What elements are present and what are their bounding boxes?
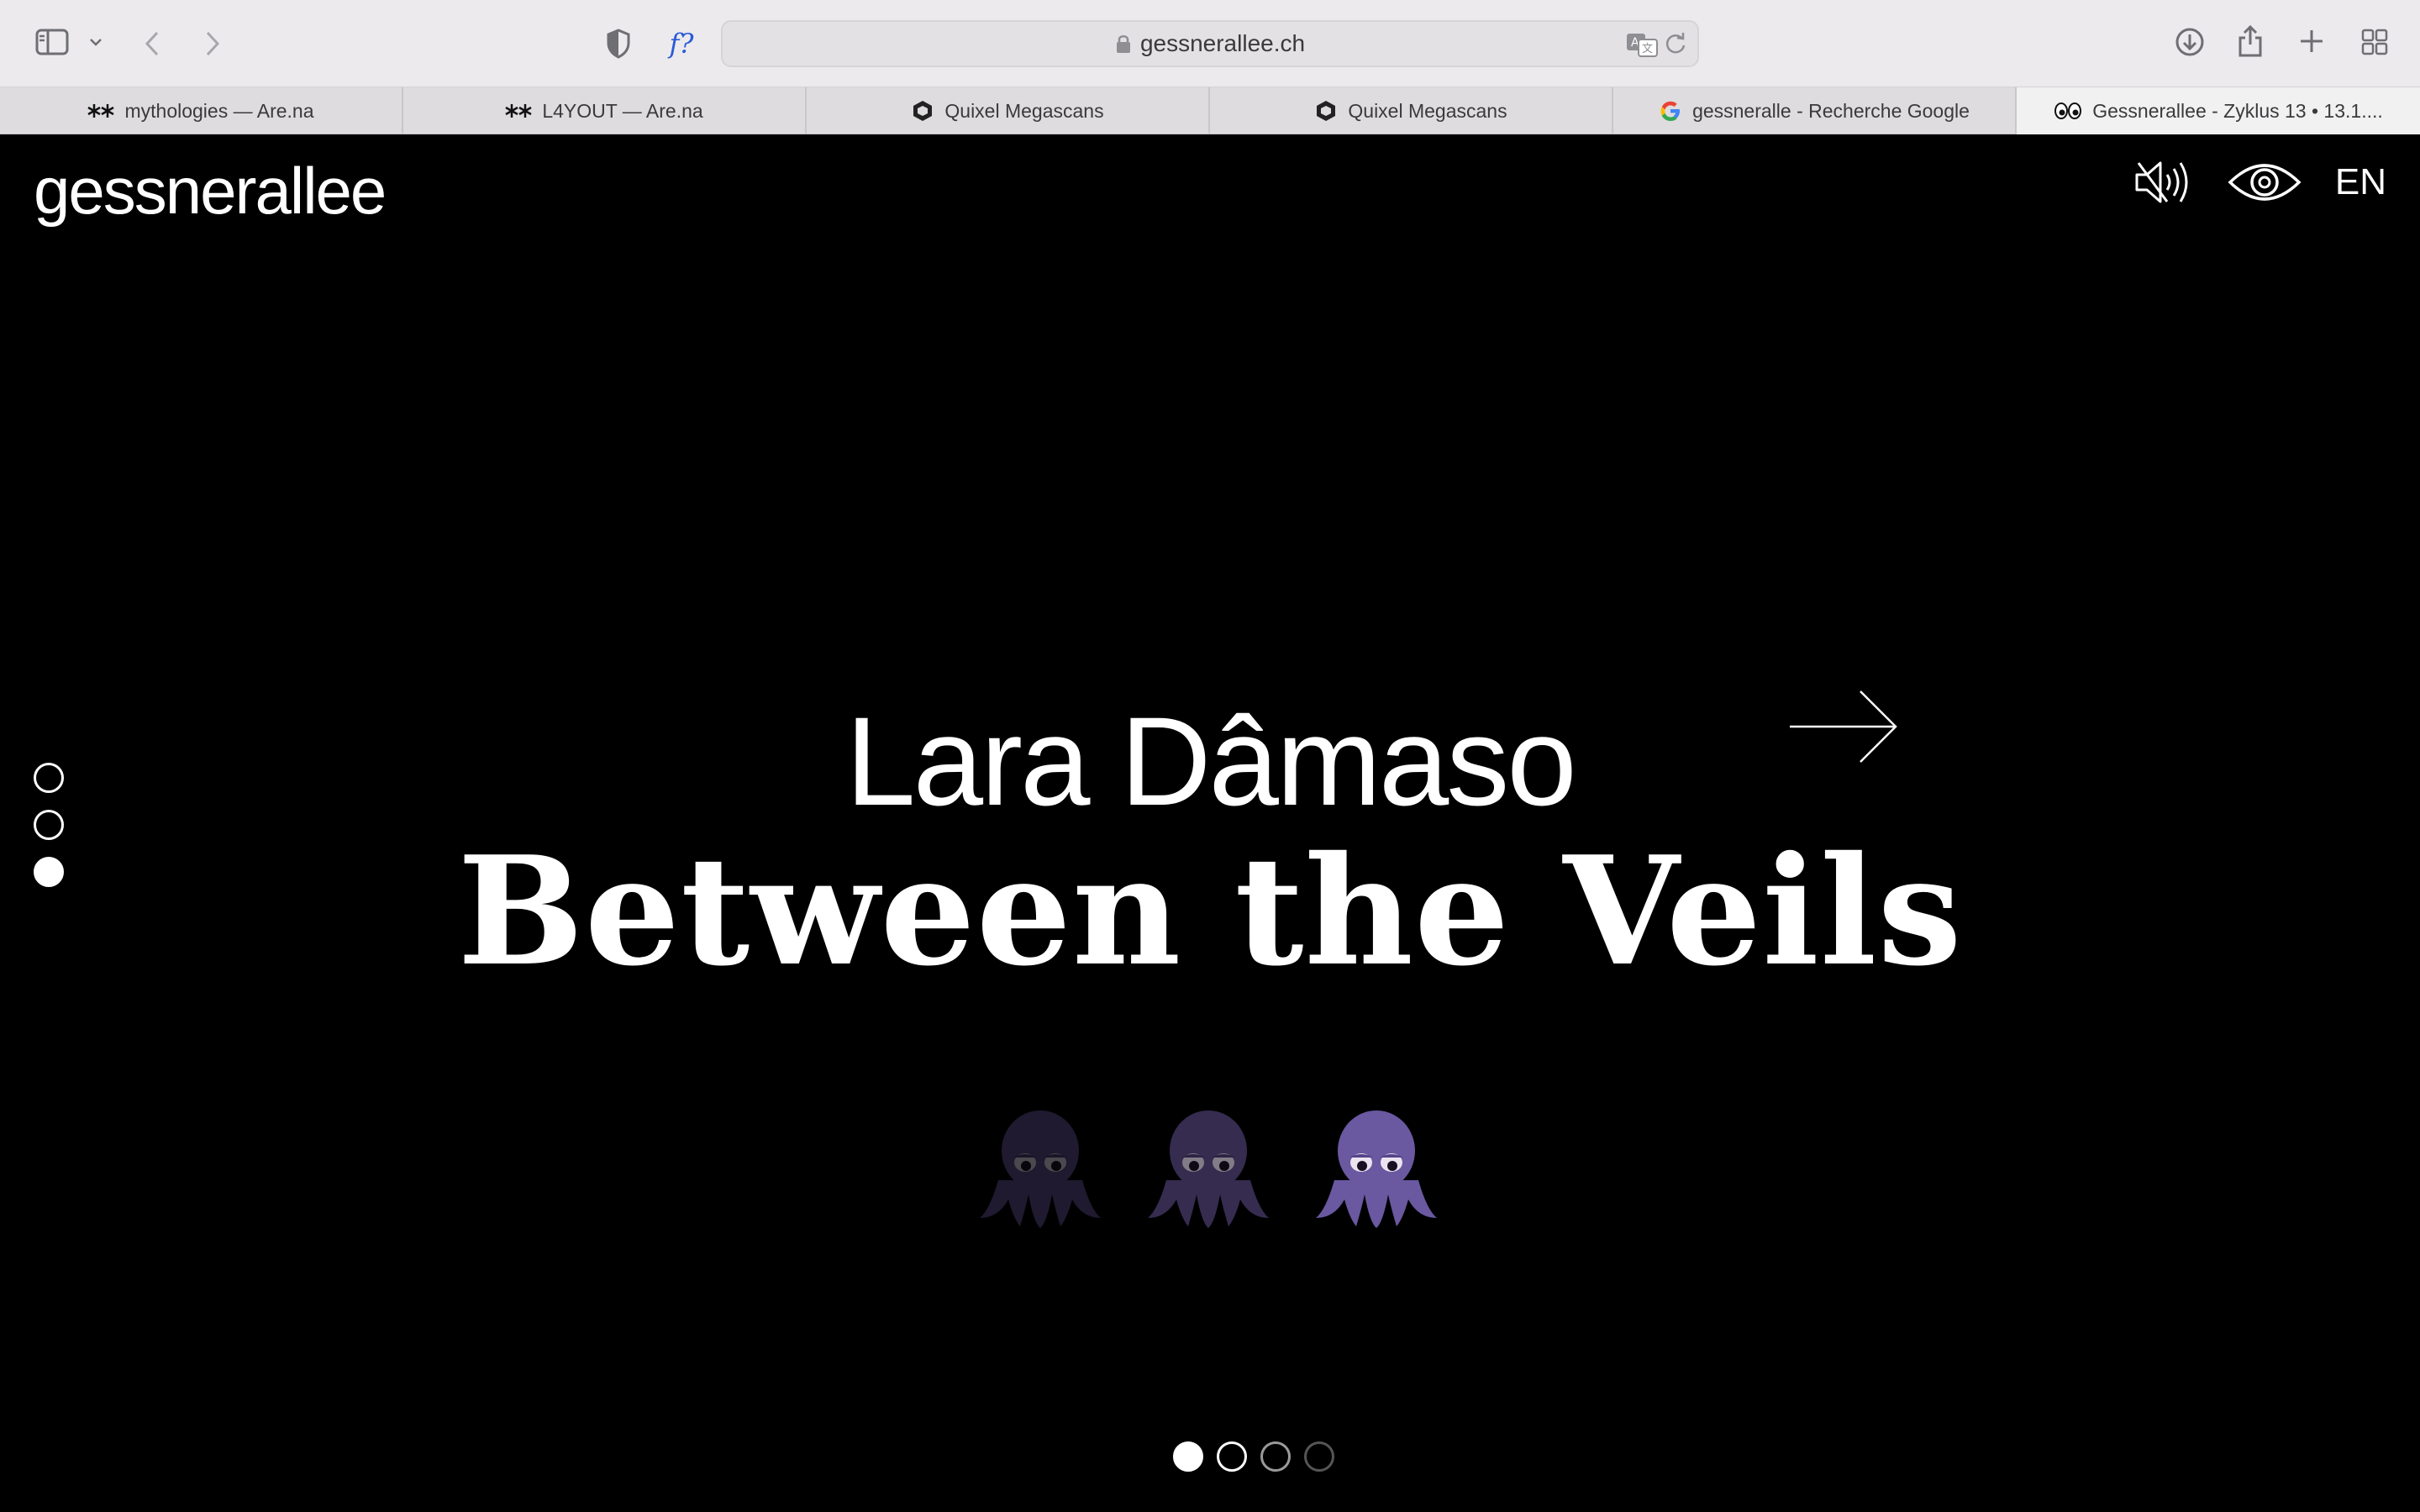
svg-text:文: 文 [1642,43,1653,55]
language-switcher[interactable]: EN [2335,161,2386,203]
forward-icon[interactable] [200,27,225,60]
arena-icon [505,102,532,119]
slider-dots [1173,1441,1334,1472]
tab-l4yout[interactable]: L4YOUT — Are.na [403,87,807,134]
grid-icon[interactable] [2360,27,2390,57]
share-icon[interactable] [2235,22,2265,60]
tab-label: L4YOUT — Are.na [542,99,703,122]
browser-toolbar: f? gessnerallee.ch A文 [0,0,2420,87]
back-icon[interactable] [139,27,165,60]
artist-name[interactable]: Lara Dâmaso [0,689,2420,834]
address-bar[interactable]: gessnerallee.ch A文 [721,20,1699,67]
eyes-icon [2054,101,2082,121]
google-icon [1659,99,1682,123]
reload-icon[interactable] [1664,32,1687,55]
tab-google[interactable]: gessneralle - Recherche Google [1613,87,2017,134]
quixel-icon [911,99,934,123]
next-arrow-icon[interactable] [1788,689,1899,769]
lock-icon [1115,34,1132,54]
octopus-icon [973,1100,1107,1235]
arena-icon [87,102,115,119]
translate-icon[interactable]: A文 [1625,32,1659,57]
slider-dot[interactable] [1217,1441,1247,1472]
site-logo[interactable]: gessnerallee [34,153,387,229]
octopus-row [973,1100,1444,1235]
url-text: gessnerallee.ch [1139,30,1306,56]
tab-label: mythologies — Are.na [124,99,314,122]
page-content: gessnerallee EN Lara Dâmaso Between the … [0,134,2420,1512]
tab-mythologies[interactable]: mythologies — Are.na [0,87,403,134]
font-button-label: f? [669,28,694,60]
slider-dot-active[interactable] [1173,1441,1203,1472]
slider-dot[interactable] [1304,1441,1334,1472]
tab-quixel-1[interactable]: Quixel Megascans [807,87,1210,134]
tab-label: Quixel Megascans [944,99,1104,122]
chevron-down-icon[interactable] [86,34,106,50]
octopus-icon [1141,1100,1276,1235]
quixel-icon [1314,99,1338,123]
tab-label: gessneralle - Recherche Google [1692,99,1970,122]
mute-icon[interactable] [2133,158,2194,207]
event-title[interactable]: Between the Veils [0,823,2420,999]
font-icon[interactable]: f? [660,25,702,62]
tab-gessnerallee[interactable]: Gessnerallee - Zyklus 13 • 13.1.... [2017,87,2420,134]
plus-icon[interactable] [2297,27,2326,55]
download-icon[interactable] [2173,25,2207,59]
tab-label: Quixel Megascans [1348,99,1507,122]
octopus-icon [1309,1100,1444,1235]
tab-strip: mythologies — Are.na L4YOUT — Are.na Qui… [0,87,2420,134]
tab-quixel-2[interactable]: Quixel Megascans [1210,87,1613,134]
slider-dot[interactable] [1260,1441,1291,1472]
sidebar-icon[interactable] [34,27,71,57]
header-controls: EN [2133,158,2386,207]
eye-icon[interactable] [2228,160,2302,204]
shield-icon[interactable] [603,27,634,60]
tab-label: Gessnerallee - Zyklus 13 • 13.1.... [2092,99,2383,122]
